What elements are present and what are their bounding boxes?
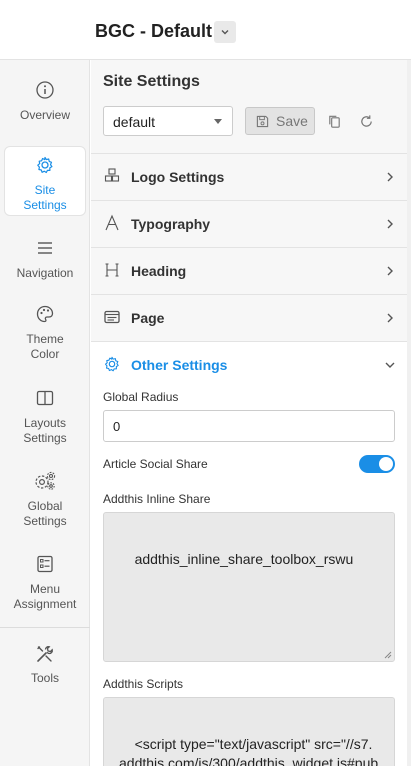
- reset-button[interactable]: [356, 111, 376, 131]
- sidebar-item-label: Global Settings: [23, 499, 67, 528]
- save-button-label: Save: [276, 113, 308, 129]
- hamburger-menu-icon: [33, 236, 57, 260]
- sidebar-item-theme-color[interactable]: Theme Color: [4, 302, 86, 362]
- sidebar-item-tools[interactable]: Tools: [4, 642, 86, 686]
- section-label: Other Settings: [131, 357, 228, 373]
- page-window-icon: [103, 308, 121, 326]
- sidebar-item-label: Theme Color: [26, 332, 64, 361]
- sidebar-item-overview[interactable]: Overview: [4, 78, 86, 134]
- sidebar-item-navigation[interactable]: Navigation: [4, 236, 86, 292]
- sidebar-item-menu-assignment[interactable]: Menu Assignment: [4, 552, 86, 612]
- heading-h-icon: [103, 261, 121, 279]
- sidebar-divider: [0, 627, 90, 628]
- article-social-share-label: Article Social Share: [103, 457, 208, 471]
- addthis-scripts-textarea[interactable]: <script type="text/javascript" src="//s7…: [103, 697, 395, 766]
- section-label: Logo Settings: [131, 169, 225, 185]
- panel-title: Site Settings: [103, 73, 200, 90]
- section-heading[interactable]: Heading: [91, 248, 407, 295]
- preset-select-value: default: [113, 114, 156, 130]
- floppy-disk-icon: [256, 115, 269, 127]
- sidebar-item-layouts-settings[interactable]: Layouts Settings: [4, 386, 86, 446]
- section-label: Heading: [131, 263, 187, 279]
- sidebar-item-site-settings[interactable]: Site Settings: [4, 146, 86, 216]
- addthis-scripts-value: <script type="text/javascript" src="//s7…: [119, 736, 379, 766]
- sidebar-item-label: Layouts Settings: [23, 416, 67, 445]
- font-a-icon: [103, 214, 121, 232]
- checklist-icon: [33, 552, 57, 576]
- addthis-inline-share-value: addthis_inline_share_toolbox_rswu: [134, 551, 354, 567]
- chevron-right-icon: [387, 313, 393, 323]
- resize-grip-icon[interactable]: [384, 651, 392, 659]
- copy-button[interactable]: [324, 111, 344, 131]
- gear-icon: [103, 355, 121, 373]
- title-dropdown-button[interactable]: [214, 21, 236, 43]
- global-radius-input[interactable]: 0: [103, 410, 395, 442]
- chevron-down-icon: [221, 30, 229, 35]
- sidebar-item-label: Tools: [30, 671, 59, 685]
- section-other-settings[interactable]: Other Settings: [91, 342, 407, 389]
- chevron-down-icon: [385, 362, 395, 368]
- preset-select[interactable]: default: [103, 106, 233, 136]
- addthis-inline-share-textarea[interactable]: addthis_inline_share_toolbox_rswu: [103, 512, 395, 662]
- sidebar: Overview Site Settings Navigation Theme …: [0, 60, 90, 766]
- sidebar-item-label: Navigation: [16, 266, 74, 280]
- section-label: Page: [131, 310, 165, 326]
- section-logo-settings[interactable]: Logo Settings: [91, 154, 407, 201]
- columns-layout-icon: [33, 386, 57, 410]
- site-settings-panel: Site Settings default Save Logo Settings…: [91, 60, 411, 766]
- sidebar-item-label: Menu Assignment: [13, 582, 77, 611]
- logo-cubes-icon: [103, 167, 121, 185]
- global-radius-label: Global Radius: [103, 390, 179, 404]
- caret-down-icon: [214, 119, 222, 124]
- copy-icon: [328, 115, 340, 128]
- chevron-right-icon: [387, 219, 393, 229]
- gears-icon: [33, 469, 57, 493]
- toggle-knob: [379, 457, 393, 471]
- section-page[interactable]: Page: [91, 295, 407, 342]
- article-social-share-toggle[interactable]: [359, 455, 395, 473]
- addthis-scripts-label: Addthis Scripts: [103, 677, 184, 691]
- refresh-icon: [360, 114, 372, 127]
- panel-scrollbar[interactable]: [407, 60, 411, 766]
- app-title: BGC - Default: [95, 21, 212, 41]
- sidebar-item-label: Site Settings: [23, 183, 67, 212]
- tools-icon: [33, 642, 57, 665]
- panel-header: Site Settings default Save: [91, 60, 407, 154]
- sidebar-item-global-settings[interactable]: Global Settings: [4, 469, 86, 529]
- top-bar: BGC - Default: [0, 0, 411, 60]
- info-circle-icon: [33, 78, 57, 102]
- sidebar-item-label: Overview: [19, 108, 70, 122]
- chevron-right-icon: [387, 266, 393, 276]
- palette-icon: [33, 302, 57, 326]
- section-label: Typography: [131, 216, 211, 232]
- addthis-inline-share-label: Addthis Inline Share: [103, 492, 211, 506]
- section-typography[interactable]: Typography: [91, 201, 407, 248]
- save-button[interactable]: Save: [245, 107, 315, 135]
- chevron-right-icon: [387, 172, 393, 182]
- gear-icon: [33, 153, 57, 177]
